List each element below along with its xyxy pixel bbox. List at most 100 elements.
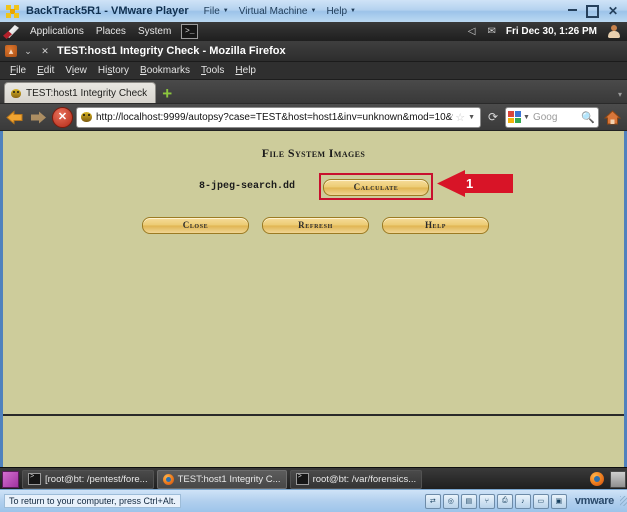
cd-icon[interactable]: ◎ [442, 493, 459, 509]
floppy-icon[interactable]: ▤ [460, 493, 477, 509]
tab-list-chevron-icon[interactable]: ▾ [618, 90, 622, 99]
annotation-number-1: 1 [466, 176, 474, 191]
vmware-return-hint: To return to your computer, press Ctrl+A… [4, 494, 181, 508]
vmware-titlebar: BackTrack5R1 - VMware Player File ▼ Virt… [0, 0, 627, 23]
message-log-icon[interactable]: ▣ [550, 493, 567, 509]
taskbar-item-terminal-1[interactable]: [root@bt: /pentest/fore... [22, 469, 154, 489]
gnome-menu-places[interactable]: Places [90, 22, 132, 41]
horizontal-divider [3, 414, 624, 416]
search-bar[interactable]: ▼ Goog 🔍 [505, 106, 599, 128]
user-avatar-icon[interactable] [607, 24, 621, 39]
firefox-tray-icon[interactable] [590, 472, 604, 486]
image-file-name: 8-jpeg-search.dd [199, 180, 296, 192]
gnome-menu-applications[interactable]: Applications [24, 22, 90, 41]
sound-icon[interactable]: ♪ [514, 493, 531, 509]
firefox-window: ▴ ⌄ ✕ TEST:host1 Integrity Check - Mozil… [0, 41, 627, 490]
menu-help[interactable]: Help [230, 65, 261, 76]
speaker-icon[interactable]: ◁ [462, 26, 482, 37]
menu-file[interactable]: File [5, 65, 31, 76]
gnome-menu-applications-label: Applications [30, 26, 84, 37]
browser-tab[interactable]: TEST:host1 Integrity Check [4, 82, 157, 103]
search-icon[interactable]: 🔍 [581, 111, 596, 124]
forward-button[interactable] [28, 107, 49, 127]
chevron-down-icon[interactable]: ▼ [523, 114, 533, 121]
calculate-area: Calculate 1 [319, 170, 514, 200]
page-viewport: File System Images 8-jpeg-search.dd Calc… [0, 131, 627, 485]
calculate-button[interactable]: Calculate [323, 178, 430, 196]
usb-icon[interactable]: ⑂ [478, 493, 495, 509]
url-text: http://localhost:9999/autopsy?case=TEST&… [96, 111, 454, 123]
vmware-menu-file[interactable]: File ▼ [199, 6, 234, 17]
back-button[interactable] [4, 107, 25, 127]
display-icon[interactable]: ▭ [532, 493, 549, 509]
gnome-taskbar: [root@bt: /pentest/fore... TEST:host1 In… [0, 467, 627, 490]
firefox-window-title: TEST:host1 Integrity Check - Mozilla Fir… [57, 45, 286, 57]
google-icon [508, 111, 521, 123]
menu-file-rest: ile [16, 65, 27, 76]
search-input[interactable]: Goog [533, 112, 581, 123]
vmware-brand: vmware [574, 495, 614, 507]
network-icon[interactable]: ⇄ [424, 493, 441, 509]
taskbar-item-terminal-2[interactable]: root@bt: /var/forensics... [289, 469, 423, 489]
page-button-row: Close Refresh Help [3, 216, 624, 234]
minimize-icon[interactable] [567, 9, 577, 11]
printer-icon[interactable]: ⎙ [496, 493, 513, 509]
new-tab-button[interactable]: + [156, 83, 178, 103]
refresh-button[interactable]: Refresh [262, 216, 369, 234]
show-desktop-button[interactable] [2, 470, 19, 488]
resize-grip[interactable] [620, 496, 627, 506]
close-icon[interactable]: ✕ [39, 45, 51, 57]
vmware-menubar: File ▼ Virtual Machine ▼ Help ▼ [199, 6, 361, 17]
vmware-menu-help-label: Help [326, 5, 348, 17]
page-title: File System Images [3, 146, 624, 161]
firefox-navigation-toolbar: ✕ http://localhost:9999/autopsy?case=TES… [0, 104, 627, 131]
chevron-down-icon: ▼ [222, 8, 229, 14]
taskbar-tray [590, 470, 627, 488]
vmware-app-icon [6, 4, 19, 18]
vmware-menu-help[interactable]: Help ▼ [321, 6, 361, 17]
reload-button[interactable]: ⟳ [484, 108, 502, 127]
firefox-window-controls: ▴ ⌄ ✕ [5, 45, 51, 57]
menu-history[interactable]: History [93, 65, 134, 76]
vmware-menu-virtual-machine[interactable]: Virtual Machine ▼ [234, 6, 322, 17]
chevron-down-icon[interactable]: ▼ [467, 114, 478, 121]
help-button[interactable]: Help [382, 216, 489, 234]
mail-icon[interactable]: ✉ [481, 26, 501, 37]
guest-screen: Applications Places System >_ ◁ ✉ Fri De… [0, 22, 627, 490]
home-button[interactable] [602, 107, 623, 127]
screenshot-root: BackTrack5R1 - VMware Player File ▼ Virt… [0, 0, 627, 512]
panel-clock[interactable]: Fri Dec 30, 1:26 PM [502, 26, 601, 37]
maximize-icon[interactable] [585, 4, 599, 18]
maximize-icon[interactable]: ⌄ [22, 45, 34, 57]
stop-button[interactable]: ✕ [52, 106, 73, 128]
gnome-top-panel: Applications Places System >_ ◁ ✉ Fri De… [0, 22, 627, 42]
taskbar-item-firefox[interactable]: TEST:host1 Integrity C... [156, 469, 287, 489]
terminal-icon [28, 473, 41, 485]
autopsy-favicon [10, 87, 22, 99]
browser-tab-label: TEST:host1 Integrity Check [26, 87, 148, 99]
gnome-panel-tray: ◁ ✉ Fri Dec 30, 1:26 PM [462, 24, 627, 39]
backtrack-logo-icon[interactable] [3, 24, 21, 39]
terminal-launcher-icon[interactable]: >_ [181, 24, 199, 39]
menu-edit[interactable]: Edit [32, 65, 59, 76]
close-button[interactable]: Close [142, 216, 249, 234]
close-icon[interactable]: ✕ [608, 5, 618, 17]
vmware-device-icons: ⇄ ◎ ▤ ⑂ ⎙ ♪ ▭ ▣ [424, 493, 567, 509]
annotation-arrow-1: 1 [437, 170, 514, 197]
url-bar[interactable]: http://localhost:9999/autopsy?case=TEST&… [76, 106, 481, 128]
menu-bookmarks[interactable]: Bookmarks [135, 65, 195, 76]
menu-tools[interactable]: Tools [196, 65, 229, 76]
firefox-icon [162, 473, 174, 485]
bookmark-star-icon[interactable]: ☆ [453, 111, 467, 124]
gnome-menu-system[interactable]: System [132, 22, 177, 41]
taskbar-item-terminal-1-label: [root@bt: /pentest/fore... [45, 473, 148, 485]
firefox-menubar: File Edit View History Bookmarks Tools H… [0, 62, 627, 80]
minimize-icon[interactable]: ▴ [5, 45, 17, 57]
gnome-menu-places-label: Places [95, 26, 126, 37]
menu-view[interactable]: View [60, 65, 92, 76]
page-title-text: File System Images [261, 146, 366, 160]
taskbar-item-firefox-label: TEST:host1 Integrity C... [177, 473, 281, 485]
site-identity-icon [80, 111, 93, 123]
trash-icon[interactable] [610, 470, 626, 488]
gnome-menu-system-label: System [137, 26, 172, 37]
